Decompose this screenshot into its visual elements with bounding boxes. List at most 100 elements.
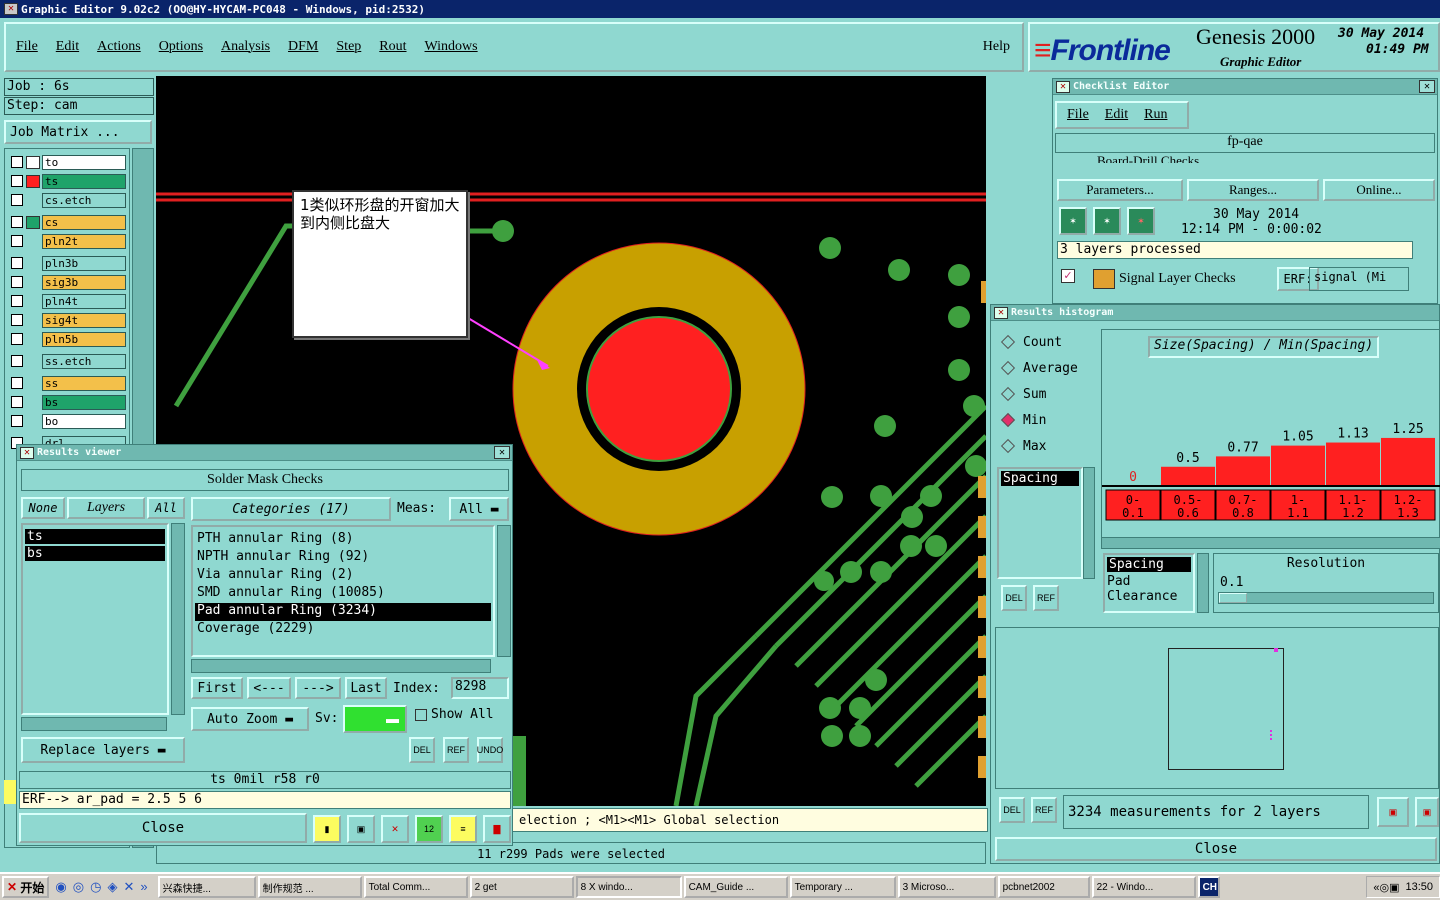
layer-row-pln3b[interactable]: pln3b (11, 255, 129, 271)
last-button[interactable]: Last (345, 677, 387, 699)
category-item[interactable]: Coverage (2229) (195, 621, 491, 639)
layer-list-vscroll[interactable] (171, 523, 185, 715)
histogram-bar[interactable] (1161, 466, 1215, 486)
layer-checkbox[interactable] (11, 156, 23, 168)
layer-list-hscroll[interactable] (21, 717, 167, 731)
preview-del-button[interactable]: DEL (999, 797, 1025, 823)
menu-help[interactable]: Help (983, 39, 1010, 55)
histogram-list-item[interactable]: Spacing (1001, 471, 1079, 486)
histogram-icon[interactable]: ▇ (483, 815, 511, 843)
index-input[interactable]: 8298 (451, 677, 509, 699)
task-item[interactable]: 22 - Windo... (1091, 876, 1196, 898)
tray-icons[interactable]: «◎▣ (1373, 881, 1399, 894)
close-icon[interactable]: ✕ (1419, 80, 1435, 93)
quick-launch-icons[interactable]: ◉◎◷◈✕» (55, 879, 153, 895)
task-item[interactable]: pcbnet2002 (997, 876, 1090, 898)
radio-diamond-icon[interactable] (1000, 334, 1016, 350)
task-item[interactable]: 兴森快捷... (157, 876, 256, 898)
layer-row-pln2t[interactable]: pln2t (11, 233, 129, 249)
run-icon[interactable]: ✶ (1059, 207, 1087, 235)
menu-options[interactable]: Options (159, 39, 203, 55)
replace-layers-menu[interactable]: Replace layers ▬ (21, 737, 185, 763)
histogram-bar[interactable] (1381, 437, 1435, 486)
layer-name[interactable]: sig3b (42, 274, 126, 290)
histogram-bar[interactable] (1216, 456, 1270, 486)
parameters-button[interactable]: Parameters... (1057, 179, 1183, 201)
layer-row-sig3b[interactable]: sig3b (11, 274, 129, 290)
layer-name[interactable]: pln2t (42, 233, 126, 249)
task-item[interactable]: Temporary ... (789, 876, 896, 898)
layers-button[interactable]: Layers (67, 497, 145, 519)
layer-checkbox[interactable] (11, 355, 23, 367)
checklist-menu-edit[interactable]: Edit (1105, 107, 1128, 123)
layer-row-to[interactable]: to (11, 154, 129, 170)
layer-row-sig4t[interactable]: sig4t (11, 312, 129, 328)
results-close-button[interactable]: Close (19, 813, 307, 843)
layer-checkbox[interactable] (11, 216, 23, 228)
layer-name[interactable]: ss.etch (42, 353, 126, 369)
layer-name[interactable]: ts (42, 173, 126, 189)
meas-select[interactable]: All ▬ (449, 497, 509, 521)
layer-name[interactable]: to (42, 154, 126, 170)
number-icon[interactable]: 12 (415, 815, 443, 843)
histogram-option-count[interactable]: Count (997, 329, 1093, 355)
preview-ref-button[interactable]: REF (1031, 797, 1057, 823)
task-item[interactable]: Total Comm... (363, 876, 468, 898)
none-button[interactable]: None (21, 497, 65, 519)
start-button[interactable]: ✕ 开始 (2, 876, 50, 898)
histogram-option-min[interactable]: Min (997, 407, 1093, 433)
zoom-to-icon[interactable]: ▣ (1377, 797, 1409, 827)
show-all-checkbox[interactable] (415, 709, 427, 721)
first-button[interactable]: First (191, 677, 243, 699)
checklist-menu-run[interactable]: Run (1144, 107, 1167, 123)
all-button[interactable]: All (147, 497, 185, 519)
layer-row-ss[interactable]: ss (11, 375, 129, 391)
categories-hscroll[interactable] (191, 659, 491, 673)
category-item[interactable]: Via annular Ring (2) (195, 567, 491, 585)
task-item[interactable]: CAM_Guide ... (683, 876, 788, 898)
report-icon[interactable]: ▣ (347, 815, 375, 843)
results-layer-item[interactable]: ts (25, 529, 165, 544)
close-icon[interactable]: ✕ (494, 446, 510, 459)
next-button[interactable]: ---> (295, 677, 341, 699)
layer-name[interactable]: bo (42, 413, 126, 429)
categories-list[interactable]: PTH annular Ring (8) NPTH annular Ring (9… (191, 525, 495, 657)
histogram-option-average[interactable]: Average (997, 355, 1093, 381)
category-item[interactable]: Pad annular Ring (3234) (195, 603, 491, 621)
task-item[interactable]: 制作规范 ... (257, 876, 362, 898)
menu-file[interactable]: File (16, 39, 38, 55)
layer-name[interactable]: cs (42, 214, 126, 230)
histogram-option-max[interactable]: Max (997, 433, 1093, 459)
layer-row-pln5b[interactable]: pln5b (11, 331, 129, 347)
layer-checkbox[interactable] (11, 314, 23, 326)
histogram-bar[interactable] (1271, 445, 1325, 486)
layer-checkbox[interactable] (11, 194, 23, 206)
measure-list-item[interactable]: Spacing (1107, 557, 1191, 572)
layer-name[interactable]: pln5b (42, 331, 126, 347)
measure-list-scroll[interactable] (1197, 553, 1209, 613)
checkmark-icon[interactable]: ✓ (1061, 269, 1075, 283)
menu-dfm[interactable]: DFM (288, 39, 318, 55)
layer-checkbox[interactable] (11, 377, 23, 389)
resolution-slider[interactable] (1218, 592, 1434, 604)
menu-analysis[interactable]: Analysis (221, 39, 270, 55)
layer-row-cs[interactable]: cs (11, 214, 129, 230)
histogram-del-button[interactable]: DEL (1001, 585, 1027, 611)
histogram-close-button[interactable]: Close (995, 837, 1437, 861)
histogram-hscroll[interactable] (1101, 537, 1440, 549)
histogram-option-sum[interactable]: Sum (997, 381, 1093, 407)
notes-icon[interactable]: ≡ (449, 815, 477, 843)
layer-checkbox[interactable] (11, 333, 23, 345)
layer-checkbox[interactable] (11, 276, 23, 288)
histogram-bar[interactable] (1326, 442, 1380, 486)
layer-row-ts[interactable]: ts (11, 173, 129, 189)
menu-actions[interactable]: Actions (97, 39, 141, 55)
layer-row-ss-etch[interactable]: ss.etch (11, 353, 129, 369)
measure-list-item[interactable]: Pad (1105, 574, 1193, 589)
layer-name[interactable]: sig4t (42, 312, 126, 328)
erase-icon[interactable]: ✕ (381, 815, 409, 843)
menu-edit[interactable]: Edit (56, 39, 79, 55)
ruler-icon[interactable]: ▮ (313, 815, 341, 843)
layer-name[interactable]: pln3b (42, 255, 126, 271)
del-button[interactable]: DEL (409, 737, 435, 763)
